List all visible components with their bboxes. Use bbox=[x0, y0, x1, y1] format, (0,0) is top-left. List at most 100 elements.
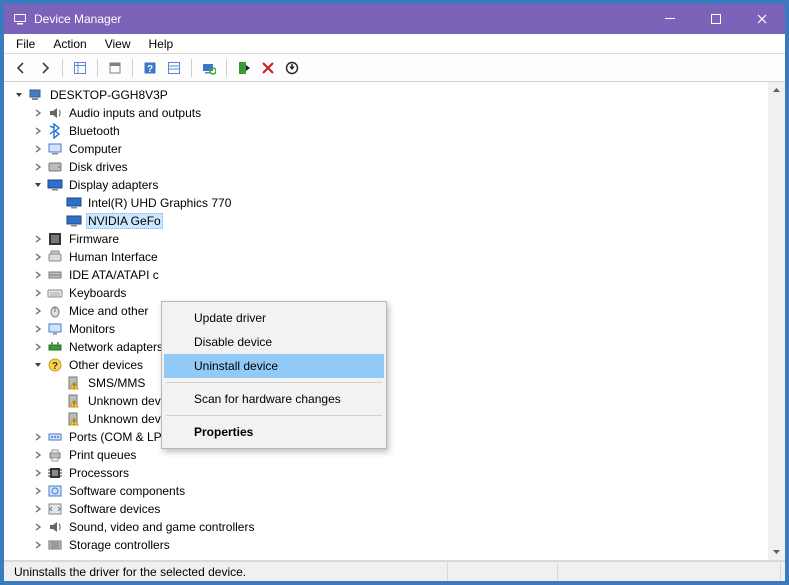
chevron-right-icon[interactable] bbox=[31, 232, 45, 246]
maximize-button[interactable] bbox=[693, 4, 739, 34]
chevron-right-icon[interactable] bbox=[31, 538, 45, 552]
close-button[interactable] bbox=[739, 4, 785, 34]
tree-row[interactable]: Software devices bbox=[8, 500, 768, 518]
tree-row[interactable]: Computer bbox=[8, 140, 768, 158]
scroll-down-icon[interactable] bbox=[768, 543, 785, 560]
chevron-right-icon[interactable] bbox=[31, 106, 45, 120]
network-icon bbox=[47, 339, 63, 355]
tree-row[interactable]: Software components bbox=[8, 482, 768, 500]
context-menu-item[interactable]: Properties bbox=[164, 420, 384, 444]
chevron-right-icon[interactable] bbox=[31, 286, 45, 300]
context-menu-item[interactable]: Disable device bbox=[164, 330, 384, 354]
forward-button[interactable] bbox=[34, 57, 56, 79]
tree-row[interactable]: IDE ATA/ATAPI c bbox=[8, 266, 768, 284]
tree-row[interactable]: Monitors bbox=[8, 320, 768, 338]
display-icon bbox=[66, 195, 82, 211]
chevron-right-icon[interactable] bbox=[31, 124, 45, 138]
tree-row[interactable]: !Unknown device bbox=[8, 392, 768, 410]
titlebar[interactable]: Device Manager bbox=[4, 4, 785, 34]
uninstall-device-button[interactable] bbox=[257, 57, 279, 79]
chevron-right-icon[interactable] bbox=[31, 466, 45, 480]
chevron-down-icon[interactable] bbox=[31, 358, 45, 372]
tree-row[interactable]: Storage controllers bbox=[8, 536, 768, 554]
chevron-right-icon[interactable] bbox=[31, 268, 45, 282]
tree-item-label: Network adapters bbox=[67, 339, 165, 355]
vertical-scrollbar[interactable] bbox=[768, 82, 785, 560]
chevron-down-icon[interactable] bbox=[31, 178, 45, 192]
back-button[interactable] bbox=[10, 57, 32, 79]
warn-icon: ! bbox=[66, 393, 82, 409]
chevron-right-icon[interactable] bbox=[31, 502, 45, 516]
context-menu-item[interactable]: Update driver bbox=[164, 306, 384, 330]
tree-row[interactable]: Display adapters bbox=[8, 176, 768, 194]
separator bbox=[226, 59, 227, 77]
scroll-up-icon[interactable] bbox=[768, 82, 785, 99]
tree-row[interactable]: !Unknown device bbox=[8, 410, 768, 428]
tree-item-label: IDE ATA/ATAPI c bbox=[67, 267, 161, 283]
disable-device-button[interactable] bbox=[281, 57, 303, 79]
tree-row[interactable]: Network adapters bbox=[8, 338, 768, 356]
tree-row[interactable]: Keyboards bbox=[8, 284, 768, 302]
chevron-right-icon[interactable] bbox=[31, 322, 45, 336]
context-menu: Update driverDisable deviceUninstall dev… bbox=[161, 301, 387, 449]
disk-icon bbox=[47, 159, 63, 175]
chevron-right-icon[interactable] bbox=[31, 304, 45, 318]
show-hide-tree-button[interactable] bbox=[69, 57, 91, 79]
chevron-right-icon[interactable] bbox=[31, 160, 45, 174]
chevron-right-icon[interactable] bbox=[31, 142, 45, 156]
tree-row[interactable]: Firmware bbox=[8, 230, 768, 248]
tree-row[interactable]: !SMS/MMS bbox=[8, 374, 768, 392]
tree-row[interactable]: Processors bbox=[8, 464, 768, 482]
chevron-right-icon[interactable] bbox=[31, 520, 45, 534]
tree-row[interactable]: Mice and other bbox=[8, 302, 768, 320]
tree-row[interactable]: Intel(R) UHD Graphics 770 bbox=[8, 194, 768, 212]
menubar: File Action View Help bbox=[4, 34, 785, 54]
chevron-right-icon[interactable] bbox=[31, 448, 45, 462]
tree-row[interactable]: Print queues bbox=[8, 446, 768, 464]
svg-text:!: ! bbox=[73, 420, 75, 427]
chevron-right-icon[interactable] bbox=[31, 430, 45, 444]
cpu-icon bbox=[47, 465, 63, 481]
chevron-right-icon[interactable] bbox=[31, 484, 45, 498]
enable-device-button[interactable] bbox=[233, 57, 255, 79]
tree-row[interactable]: Audio inputs and outputs bbox=[8, 104, 768, 122]
statusbar: Uninstalls the driver for the selected d… bbox=[4, 561, 785, 581]
tree-item-label: Sound, video and game controllers bbox=[67, 519, 256, 535]
context-menu-item[interactable]: Scan for hardware changes bbox=[164, 387, 384, 411]
firmware-icon bbox=[47, 231, 63, 247]
tree-row[interactable]: Sound, video and game controllers bbox=[8, 518, 768, 536]
menu-help[interactable]: Help bbox=[141, 35, 182, 53]
softdev-icon bbox=[47, 501, 63, 517]
tree-item-label: Keyboards bbox=[67, 285, 128, 301]
menu-action[interactable]: Action bbox=[45, 35, 94, 53]
menu-view[interactable]: View bbox=[97, 35, 139, 53]
monitor-icon bbox=[47, 321, 63, 337]
app-icon bbox=[12, 11, 28, 27]
tree-row[interactable]: NVIDIA GeFo bbox=[8, 212, 768, 230]
properties-button[interactable] bbox=[104, 57, 126, 79]
menu-file[interactable]: File bbox=[8, 35, 43, 53]
chevron-right-icon[interactable] bbox=[31, 340, 45, 354]
tree-row[interactable]: Ports (COM & LPT) bbox=[8, 428, 768, 446]
separator bbox=[62, 59, 63, 77]
tree-item-label: Storage controllers bbox=[67, 537, 172, 553]
help-button[interactable]: ? bbox=[139, 57, 161, 79]
display-icon bbox=[66, 213, 82, 229]
action-list-button[interactable] bbox=[163, 57, 185, 79]
separator bbox=[132, 59, 133, 77]
tree-item-label: Processors bbox=[67, 465, 131, 481]
tree-item-label: Intel(R) UHD Graphics 770 bbox=[86, 195, 233, 211]
context-menu-item[interactable]: Uninstall device bbox=[164, 354, 384, 378]
tree-row[interactable]: DESKTOP-GGH8V3P bbox=[8, 86, 768, 104]
tree-item-label: NVIDIA GeFo bbox=[86, 213, 163, 229]
tree-row[interactable]: Disk drives bbox=[8, 158, 768, 176]
tree-row[interactable]: Human Interface bbox=[8, 248, 768, 266]
tree-row[interactable]: ?Other devices bbox=[8, 356, 768, 374]
chevron-right-icon[interactable] bbox=[31, 250, 45, 264]
tree-row[interactable]: Bluetooth bbox=[8, 122, 768, 140]
scan-hardware-button[interactable] bbox=[198, 57, 220, 79]
tree-item-label: Bluetooth bbox=[67, 123, 122, 139]
tree-item-label: Ports (COM & LPT) bbox=[67, 429, 175, 445]
chevron-down-icon[interactable] bbox=[12, 88, 26, 102]
minimize-button[interactable] bbox=[647, 4, 693, 34]
